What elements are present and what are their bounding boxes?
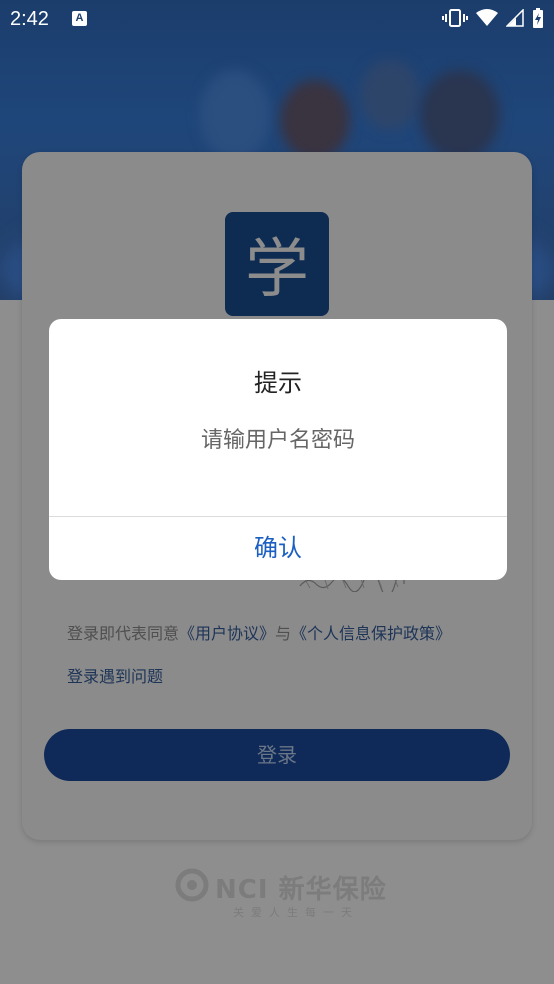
login-button[interactable]: 登录: [44, 729, 510, 781]
notification-icon: A: [72, 11, 87, 26]
status-time: 2:42: [10, 8, 49, 30]
brand-name: NCI 新华保险: [215, 875, 387, 905]
app-logo-text: 学: [245, 233, 309, 307]
wifi-icon: [476, 9, 498, 26]
nci-logo-icon: [175, 868, 209, 902]
agreement-conjunction: 与: [275, 624, 292, 643]
agreement-prefix: 登录即代表同意: [67, 624, 180, 643]
brand-slogan: 关爱人生每一天: [233, 906, 359, 919]
status-icons: [442, 8, 544, 28]
battery-icon: [533, 8, 543, 28]
signal-icon: [506, 9, 524, 27]
login-problem-link[interactable]: 登录遇到问题: [67, 663, 163, 687]
user-agreement-link[interactable]: 《用户协议》: [179, 624, 275, 643]
app-logo: 学: [225, 212, 329, 316]
agreement-text: 登录即代表同意《用户协议》与《个人信息保护政策》: [67, 620, 451, 644]
vibrate-icon: [442, 9, 468, 27]
brand-footer: NCI 新华保险 关爱人生每一天: [175, 866, 387, 920]
alert-dialog: 提示 请输用户名密码 确认: [49, 319, 507, 580]
status-bar: 2:42 A: [0, 0, 554, 38]
dialog-title: 提示: [254, 369, 302, 397]
privacy-policy-link[interactable]: 《个人信息保护政策》: [291, 624, 451, 643]
confirm-button[interactable]: 确认: [49, 517, 507, 580]
dialog-message: 请输用户名密码: [200, 428, 355, 453]
